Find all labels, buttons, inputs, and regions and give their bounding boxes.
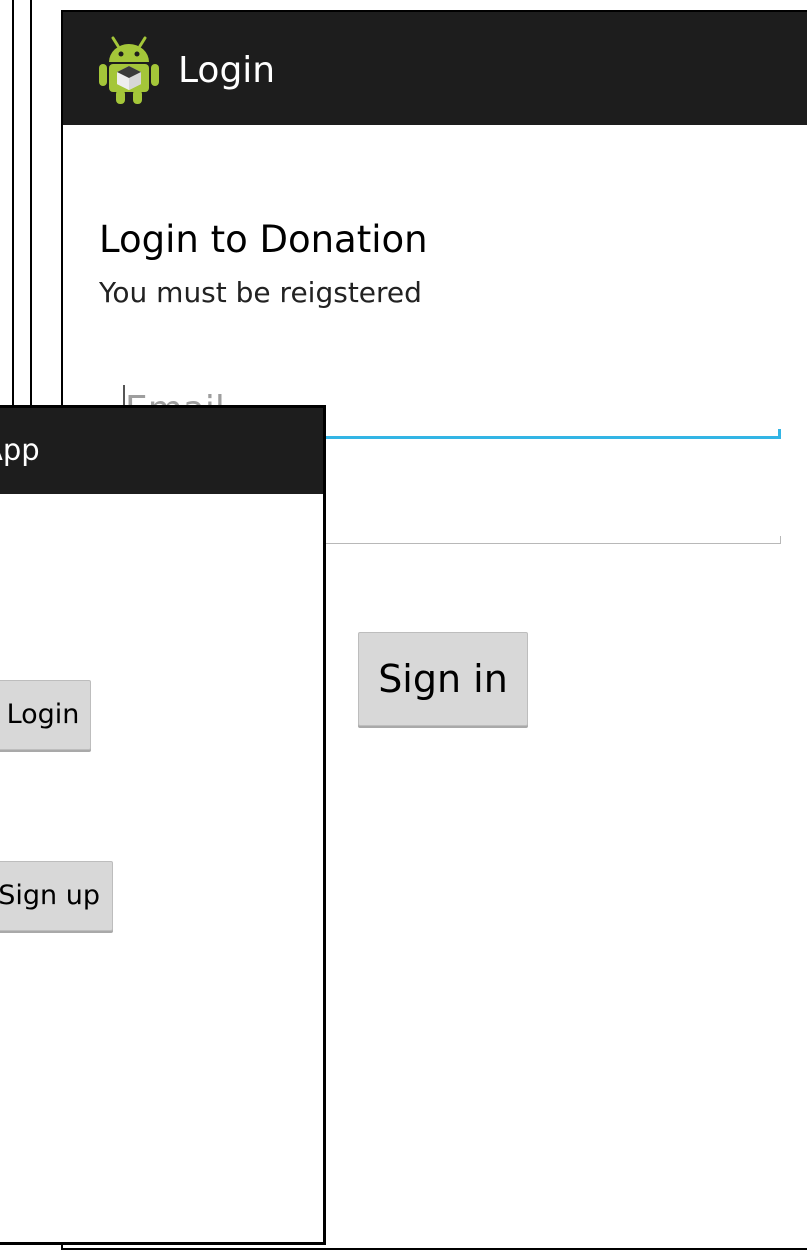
action-bar: Login <box>63 12 807 125</box>
sign-up-button[interactable]: Sign up <box>0 861 113 931</box>
main-screen: App Login Sign up <box>0 405 326 1245</box>
email-underline-tick-right <box>778 429 781 439</box>
frame-line-left <box>12 0 14 405</box>
login-subheading: You must be reigstered <box>99 276 422 309</box>
login-heading: Login to Donation <box>99 218 428 261</box>
password-underline-tick-right <box>780 536 781 544</box>
main-action-bar: App <box>0 408 323 494</box>
main-action-bar-title: App <box>0 433 40 467</box>
action-bar-title: Login <box>178 50 276 91</box>
sign-in-button[interactable]: Sign in <box>358 632 528 726</box>
android-icon[interactable] <box>97 36 161 106</box>
frame-line-right <box>30 0 32 405</box>
login-button[interactable]: Login <box>0 680 91 750</box>
